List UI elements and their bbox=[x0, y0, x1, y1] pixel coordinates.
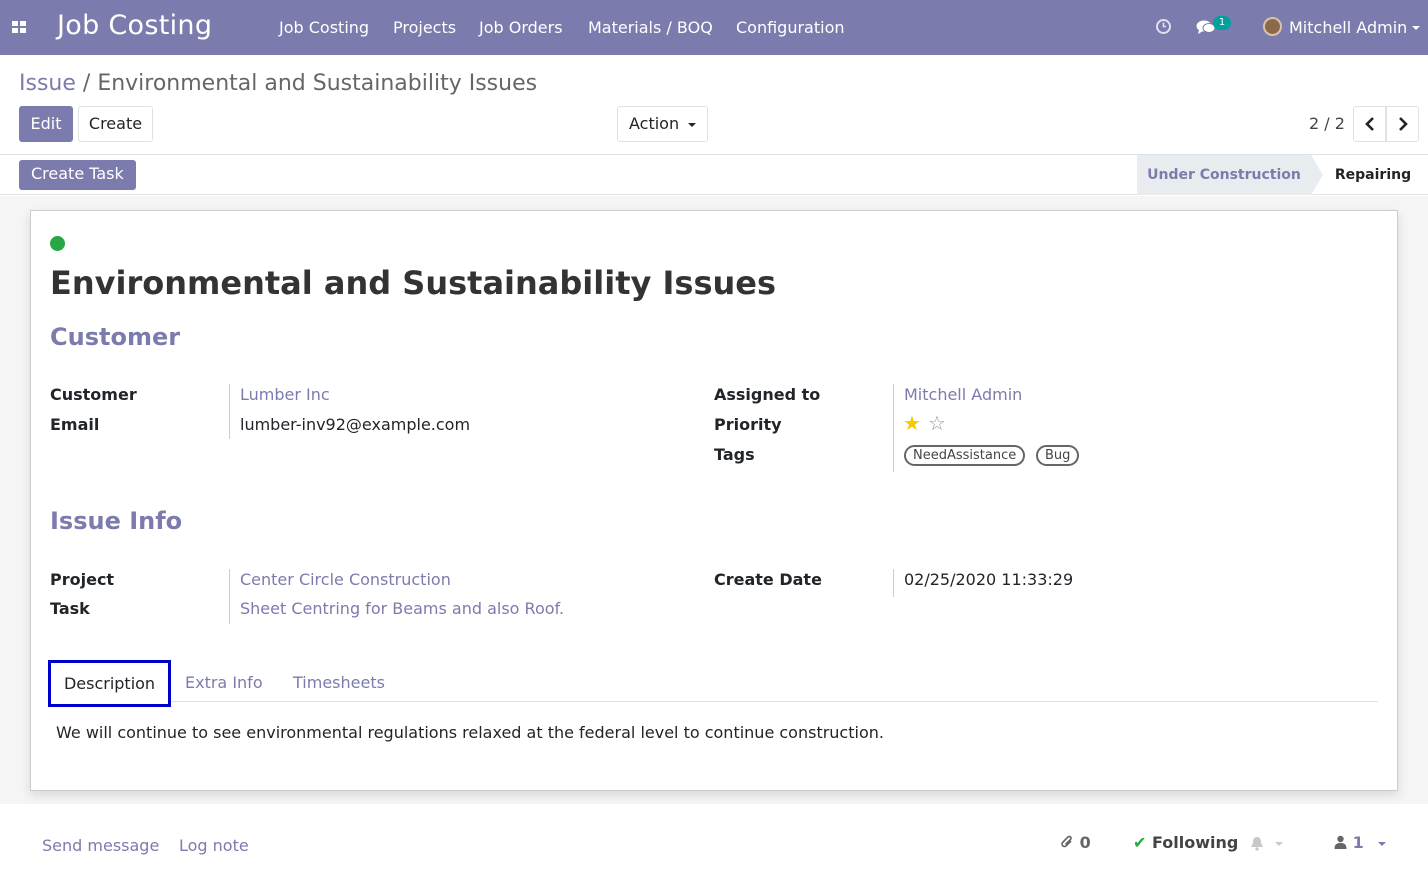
create-date-value: 02/25/2020 11:33:29 bbox=[904, 570, 1074, 589]
user-icon bbox=[1334, 835, 1347, 849]
bell-icon[interactable] bbox=[1250, 836, 1264, 851]
form-statusbar: Create Task Under Construction Repairing bbox=[0, 155, 1428, 195]
menu-job-costing[interactable]: Job Costing bbox=[279, 18, 369, 37]
edit-button[interactable]: Edit bbox=[19, 106, 73, 142]
section-issue-info-title: Issue Info bbox=[50, 507, 183, 535]
pager-value[interactable]: 2 / 2 bbox=[1309, 114, 1345, 133]
chevron-right-icon bbox=[1398, 117, 1408, 131]
breadcrumb-current: Environmental and Sustainability Issues bbox=[97, 71, 538, 96]
description-text[interactable]: We will continue to see environmental re… bbox=[56, 723, 884, 742]
pager-previous-button[interactable] bbox=[1353, 106, 1386, 142]
chevron-down-icon[interactable] bbox=[1275, 842, 1283, 846]
followers-button[interactable]: 1 bbox=[1334, 833, 1364, 852]
action-dropdown[interactable]: Action bbox=[617, 106, 708, 142]
assigned-to-label: Assigned to bbox=[714, 385, 821, 404]
paperclip-icon bbox=[1061, 835, 1072, 848]
avatar[interactable] bbox=[1263, 17, 1282, 36]
follow-button[interactable]: ✔ Following bbox=[1133, 833, 1238, 852]
followers-count: 1 bbox=[1352, 833, 1364, 852]
task-label: Task bbox=[50, 599, 90, 618]
action-label: Action bbox=[629, 114, 680, 133]
field-separator bbox=[229, 384, 230, 439]
task-link[interactable]: Sheet Centring for Beams and also Roof. bbox=[240, 599, 564, 618]
breadcrumb-parent[interactable]: Issue bbox=[19, 71, 76, 96]
menu-materials-boq[interactable]: Materials / BOQ bbox=[588, 18, 713, 37]
send-message-button[interactable]: Send message bbox=[42, 836, 159, 855]
field-separator bbox=[893, 569, 894, 597]
email-value: lumber-inv92@example.com bbox=[240, 415, 471, 434]
chevron-down-icon[interactable] bbox=[1378, 842, 1386, 846]
stage-under-construction[interactable]: Under Construction bbox=[1137, 155, 1311, 195]
chevron-down-icon[interactable] bbox=[1412, 26, 1420, 30]
section-customer-title: Customer bbox=[50, 323, 181, 351]
menu-job-orders[interactable]: Job Orders bbox=[479, 18, 563, 37]
log-note-button[interactable]: Log note bbox=[179, 836, 249, 855]
user-menu-name[interactable]: Mitchell Admin bbox=[1289, 18, 1407, 37]
tab-extra-info[interactable]: Extra Info bbox=[185, 673, 263, 692]
tags-label: Tags bbox=[714, 445, 755, 464]
field-separator bbox=[229, 569, 230, 624]
menu-configuration[interactable]: Configuration bbox=[736, 18, 845, 37]
record-title: Environmental and Sustainability Issues bbox=[50, 264, 777, 302]
stage-arrow bbox=[1311, 155, 1323, 195]
top-navbar: Job Costing Job Costing Projects Job Ord… bbox=[0, 0, 1428, 55]
field-separator bbox=[893, 384, 894, 472]
following-label: Following bbox=[1151, 833, 1239, 852]
app-brand[interactable]: Job Costing bbox=[57, 10, 212, 41]
customer-label: Customer bbox=[50, 385, 137, 404]
stage-repairing[interactable]: Repairing bbox=[1323, 155, 1423, 195]
tag-bug[interactable]: Bug bbox=[1036, 445, 1080, 466]
project-label: Project bbox=[50, 570, 115, 589]
kanban-state-indicator[interactable] bbox=[50, 236, 65, 251]
pager-next-button[interactable] bbox=[1386, 106, 1419, 142]
star-filled-icon[interactable]: ★ bbox=[903, 413, 921, 433]
menu-projects[interactable]: Projects bbox=[393, 18, 456, 37]
caret-down-icon bbox=[688, 123, 696, 127]
attachments-button[interactable]: 0 bbox=[1060, 833, 1091, 852]
check-icon: ✔ bbox=[1133, 833, 1147, 852]
messages-badge: 1 bbox=[1213, 16, 1231, 30]
create-button[interactable]: Create bbox=[78, 106, 153, 142]
star-empty-icon[interactable]: ☆ bbox=[928, 413, 946, 433]
breadcrumb: Issue / Environmental and Sustainability… bbox=[19, 71, 537, 96]
clock-icon[interactable] bbox=[1155, 18, 1172, 35]
notebook-tab-line bbox=[50, 701, 1378, 702]
email-label: Email bbox=[50, 415, 100, 434]
customer-link[interactable]: Lumber Inc bbox=[240, 385, 330, 404]
priority-label: Priority bbox=[714, 415, 782, 434]
create-date-label: Create Date bbox=[714, 570, 822, 589]
create-task-button[interactable]: Create Task bbox=[19, 160, 136, 190]
apps-icon[interactable] bbox=[12, 21, 27, 34]
tag-need-assistance[interactable]: NeedAssistance bbox=[904, 445, 1026, 466]
breadcrumb-separator: / bbox=[82, 71, 91, 96]
project-link[interactable]: Center Circle Construction bbox=[240, 570, 451, 589]
assigned-to-link[interactable]: Mitchell Admin bbox=[904, 385, 1022, 404]
tab-description[interactable]: Description bbox=[48, 660, 171, 707]
attachments-count: 0 bbox=[1079, 833, 1091, 852]
chevron-left-icon bbox=[1364, 117, 1374, 131]
tab-timesheets[interactable]: Timesheets bbox=[293, 673, 385, 692]
